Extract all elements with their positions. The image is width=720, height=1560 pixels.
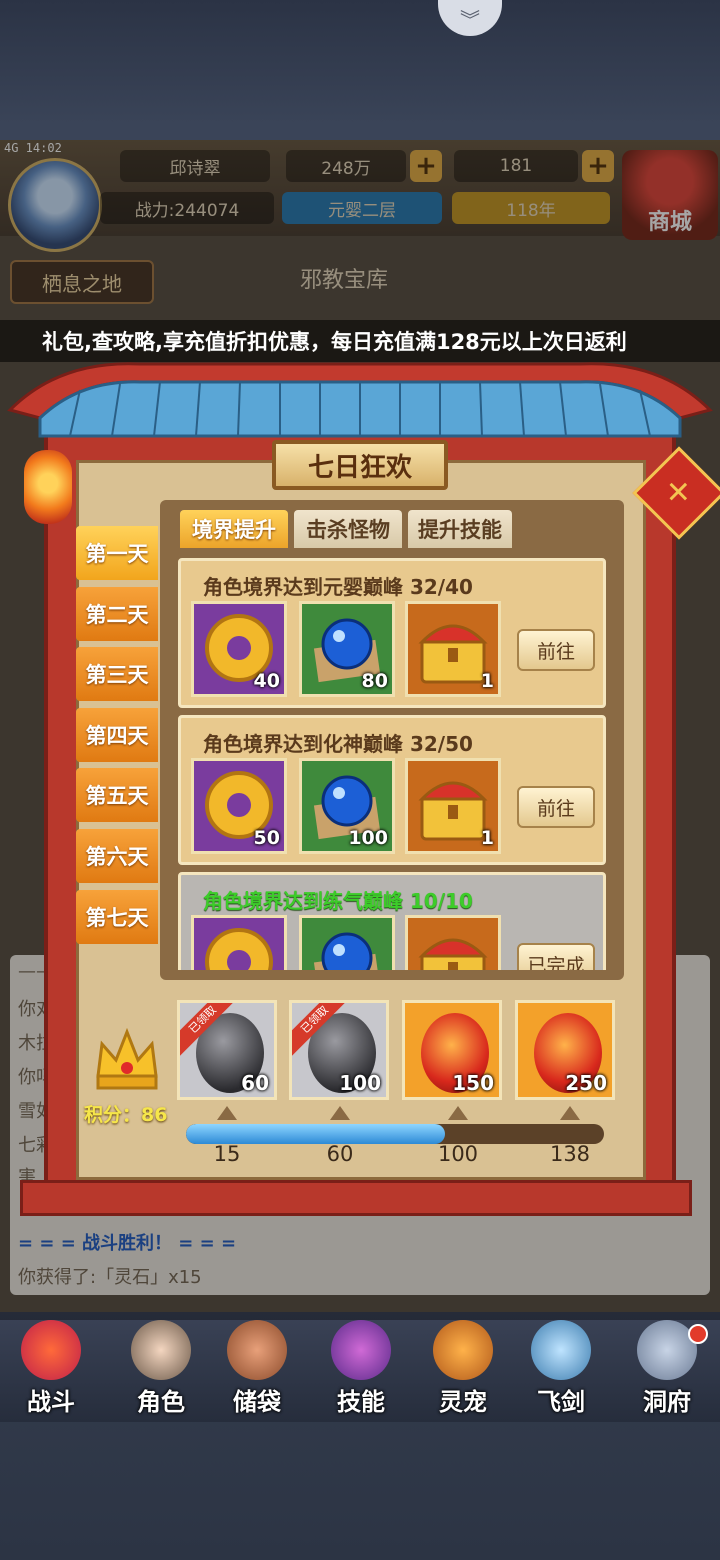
quest-title: 角色境界达到元婴巅峰 32/40 (203, 575, 473, 599)
reward-count: 80 (361, 670, 388, 692)
day-tab-4[interactable]: 第四天 (76, 708, 158, 762)
score-label: 积分：86 (84, 1104, 168, 1126)
nav-label: 灵宠 (439, 1388, 487, 1416)
reward-count: 150 (452, 1071, 494, 1095)
reward-count: 250 (565, 1071, 607, 1095)
nav-label: 飞剑 (537, 1388, 585, 1416)
crown-icon (96, 1027, 158, 1090)
reward-count: 100 (348, 827, 388, 849)
quest-list[interactable]: 角色境界达到元婴巅峰 32/40 40 80 1 前往 角色境界达到化神巅峰 3… (170, 550, 618, 970)
roof-decoration (7, 362, 713, 438)
tab-realm[interactable]: 境界提升 (180, 510, 288, 548)
battle-icon (21, 1320, 81, 1380)
tab-kill-monsters[interactable]: 击杀怪物 (294, 510, 402, 548)
score-progress-bar (186, 1124, 604, 1144)
quest-title: 角色境界达到化神巅峰 32/50 (203, 732, 473, 756)
milestone-marker (448, 1106, 468, 1120)
reward-slot[interactable]: 40 (191, 601, 287, 697)
bag-icon (227, 1320, 287, 1380)
reward-count: 40 (253, 670, 280, 692)
jade-pendant-icon (205, 928, 273, 970)
quest-item: 角色境界达到练气巅峰 10/10 已完成 (178, 872, 606, 970)
day-tab-2[interactable]: 第二天 (76, 587, 158, 641)
blue-orb-icon (313, 932, 381, 970)
day-tab-6[interactable]: 第六天 (76, 829, 158, 883)
milestone-reward-1[interactable]: 已领取 60 (177, 1000, 277, 1100)
quest-title: 角色境界达到练气巅峰 10/10 (203, 889, 473, 913)
nav-label: 角色 (137, 1388, 185, 1416)
chevron-down-icon: ︾ (460, 7, 480, 32)
milestone-reward-2[interactable]: 已领取 100 (289, 1000, 389, 1100)
milestone-marker (217, 1106, 237, 1120)
modal-title: 七日狂欢 (272, 440, 448, 490)
milestone-reward-3[interactable]: 150 (402, 1000, 502, 1100)
milestone-value: 60 (326, 1142, 354, 1166)
day-tab-5[interactable]: 第五天 (76, 768, 158, 822)
frame-base (20, 1180, 692, 1216)
nav-sword[interactable]: 飞剑 (516, 1320, 606, 1416)
treasure-chest-icon (418, 938, 488, 970)
reward-count: 100 (339, 1071, 381, 1095)
reward-count: 1 (480, 827, 494, 849)
go-button[interactable]: 前往 (517, 629, 595, 671)
notification-dot (688, 1324, 708, 1344)
close-icon: ✕ (666, 475, 692, 511)
milestone-marker (560, 1106, 580, 1120)
reward-slot[interactable]: 50 (191, 758, 287, 854)
day-tab-3[interactable]: 第三天 (76, 647, 158, 701)
nav-character[interactable]: 角色 (116, 1320, 206, 1416)
collapse-handle[interactable]: ︾ (438, 0, 502, 36)
quest-item: 角色境界达到元婴巅峰 32/40 40 80 1 前往 (178, 558, 606, 708)
day-tab-1[interactable]: 第一天 (76, 526, 158, 580)
nav-pet[interactable]: 灵宠 (418, 1320, 508, 1416)
nav-label: 战斗 (27, 1388, 75, 1416)
nav-storage[interactable]: 储袋 (212, 1320, 302, 1416)
nav-battle[interactable]: 战斗 (6, 1320, 96, 1416)
nav-label: 储袋 (233, 1388, 281, 1416)
tab-skills[interactable]: 提升技能 (408, 510, 512, 548)
score-progress-fill (186, 1124, 446, 1144)
milestone-value: 15 (213, 1142, 241, 1166)
milestone-marker (330, 1106, 350, 1120)
quest-item: 角色境界达到化神巅峰 32/50 50 100 1 前往 (178, 715, 606, 865)
sword-icon (531, 1320, 591, 1380)
reward-slot[interactable] (405, 915, 501, 970)
day-tab-7[interactable]: 第七天 (76, 890, 158, 944)
reward-count: 60 (241, 1071, 269, 1095)
reward-slot[interactable]: 1 (405, 601, 501, 697)
reward-slot[interactable] (191, 915, 287, 970)
milestone-reward-4[interactable]: 250 (515, 1000, 615, 1100)
character-icon (131, 1320, 191, 1380)
milestone-value: 100 (437, 1142, 479, 1166)
pet-icon (433, 1320, 493, 1380)
lantern-icon (24, 450, 72, 524)
nav-skills[interactable]: 技能 (316, 1320, 406, 1416)
reward-slot[interactable]: 100 (299, 758, 395, 854)
reward-slot[interactable]: 80 (299, 601, 395, 697)
nav-label: 技能 (337, 1388, 385, 1416)
go-button[interactable]: 前往 (517, 786, 595, 828)
reward-count: 1 (480, 670, 494, 692)
completed-button: 已完成 (517, 943, 595, 970)
skill-icon (331, 1320, 391, 1380)
reward-slot[interactable]: 1 (405, 758, 501, 854)
reward-count: 50 (253, 827, 280, 849)
nav-label: 洞府 (643, 1388, 691, 1416)
reward-slot[interactable] (299, 915, 395, 970)
milestone-value: 138 (549, 1142, 591, 1166)
